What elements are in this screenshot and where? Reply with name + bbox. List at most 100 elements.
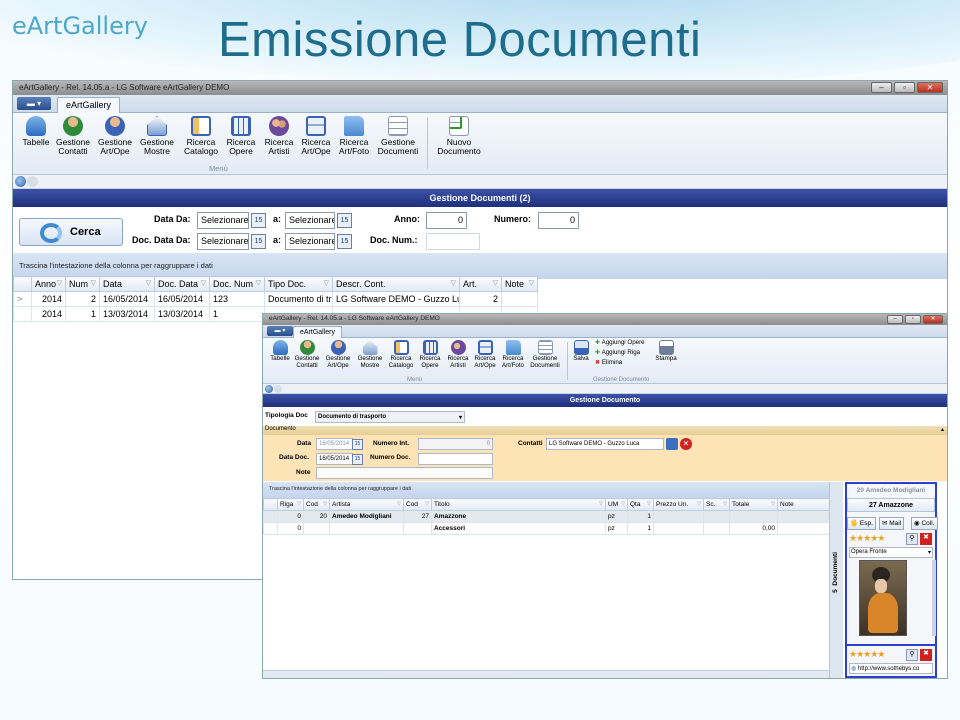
aggiungi-riga-button[interactable]: ✚ Aggiungi Riga [595, 349, 655, 357]
column-header[interactable]: Qta ▽ [627, 498, 654, 511]
coll-button[interactable]: ◉ Coll. [911, 517, 938, 530]
row-selector-icon[interactable]: > [13, 291, 32, 307]
delete-icon[interactable]: ✖ [920, 649, 932, 661]
ribbon-gestione-mostre-button[interactable]: Gestione Mostre [355, 340, 385, 369]
app-menu-button[interactable]: ▬ ▾ [17, 97, 51, 110]
mail-button[interactable]: ✉ Mail [879, 517, 905, 530]
column-header[interactable]: Art. ▽ [459, 276, 502, 292]
ribbon-ricerca-artope-button[interactable]: Ricerca Art/Ope [470, 340, 500, 369]
table-row[interactable]: 0 20 Amedeo Modigliani 27 Amazzone pz 1 [263, 510, 830, 523]
ribbon-gestione-contatti-button[interactable]: Gestione Contatti [53, 116, 93, 156]
ribbon-ricerca-artisti-button[interactable]: Ricerca Artisti [259, 116, 299, 156]
ribbon-gestione-contatti-button[interactable]: Gestione Contatti [292, 340, 322, 369]
ribbon-ricerca-opere-button[interactable]: Ricerca Opere [221, 116, 261, 156]
app-menu-button[interactable]: ▬ ▾ [267, 326, 293, 336]
doc-num-input[interactable] [426, 233, 480, 250]
forward-icon[interactable] [27, 176, 38, 187]
back-icon[interactable] [15, 176, 26, 187]
column-header[interactable]: Note [777, 498, 830, 511]
vertical-scrollbar[interactable] [932, 560, 936, 636]
column-header[interactable]: Note ▽ [501, 276, 538, 292]
calendar-icon[interactable]: 15 [251, 213, 266, 228]
tab-eartgallery[interactable]: eArtGallery [57, 97, 121, 113]
ribbon-gestione-documenti-button[interactable]: Gestione Documenti [527, 340, 563, 369]
data-a-input[interactable]: Selezionare [285, 212, 335, 229]
column-header[interactable]: Doc. Num ▽ [209, 276, 265, 292]
rating-stars[interactable]: ★★★★★ [849, 533, 885, 544]
ribbon-ricerca-artope-button[interactable]: Ricerca Art/Ope [297, 116, 335, 156]
data-da-input[interactable]: Selezionare [197, 212, 249, 229]
column-header[interactable]: Doc. Data ▽ [154, 276, 210, 292]
maximize-button[interactable]: ▫ [894, 82, 915, 93]
calendar-icon[interactable]: 15 [352, 454, 363, 465]
maximize-button[interactable]: ▫ [905, 315, 921, 324]
stampa-button[interactable]: Stampa [653, 340, 679, 363]
delete-icon[interactable]: ✖ [920, 533, 932, 545]
zoom-icon[interactable]: ⚲ [906, 533, 918, 545]
artwork-thumbnail[interactable] [859, 560, 907, 636]
numero-input[interactable]: 0 [538, 212, 579, 229]
documenti-side-tab[interactable]: 5 Documenti [829, 482, 843, 678]
column-header[interactable]: Num ▽ [65, 276, 100, 292]
elimina-button[interactable]: ✖ Elimina [595, 359, 655, 367]
group-by-panel[interactable]: Trascina l'intestazione della colonna pe… [263, 482, 829, 498]
contatti-input[interactable]: LG Software DEMO - Guzzo Luca [546, 438, 664, 450]
lookup-icon[interactable] [666, 438, 678, 450]
column-header[interactable]: Totale ▽ [729, 498, 778, 511]
ribbon-ricerca-artfoto-button[interactable]: Ricerca Art/Foto [498, 340, 528, 369]
ribbon-gestione-mostre-button[interactable]: Gestione Mostre [137, 116, 177, 156]
column-header[interactable]: Sc. ▽ [703, 498, 730, 511]
column-header[interactable]: Data ▽ [99, 276, 155, 292]
cerca-button[interactable]: Cerca [19, 218, 123, 246]
ribbon-tabelle-button[interactable]: Tabelle [265, 340, 295, 363]
column-header[interactable]: Cod ▽ [303, 498, 330, 511]
column-header[interactable]: Cod ▽ [403, 498, 432, 511]
column-header[interactable]: Tipo Doc. ▽ [264, 276, 333, 292]
back-icon[interactable] [265, 385, 273, 393]
anno-input[interactable]: 0 [426, 212, 467, 229]
rating-stars[interactable]: ★★★★★ [849, 649, 885, 660]
ribbon-gestione-artope-button[interactable]: Gestione Art/Ope [323, 340, 353, 369]
aggiungi-opere-button[interactable]: ✚ Aggiungi Opere [595, 339, 655, 347]
close-button[interactable]: ✕ [917, 82, 943, 93]
horizontal-scrollbar[interactable] [263, 670, 829, 678]
column-header[interactable]: Anno ▽ [31, 276, 66, 292]
minimize-button[interactable]: – [871, 82, 892, 93]
note-input[interactable] [316, 467, 493, 479]
data-input[interactable]: 16/05/2014 [316, 438, 353, 450]
column-header[interactable]: Artista ▽ [329, 498, 404, 511]
column-header[interactable]: Riga ▽ [277, 498, 304, 511]
url-field[interactable]: ◍ http://www.sothebys.co [849, 663, 933, 674]
numero-int-input[interactable]: 0 [418, 438, 493, 450]
nuovo-documento-button[interactable]: Nuovo Documento [433, 116, 485, 156]
ribbon-ricerca-artfoto-button[interactable]: Ricerca Art/Foto [335, 116, 373, 156]
doc-data-da-input[interactable]: Selezionare [197, 233, 249, 250]
numero-doc-input[interactable] [418, 453, 493, 465]
clear-icon[interactable]: ✕ [680, 438, 692, 450]
column-header[interactable]: Descr. Cont. ▽ [332, 276, 460, 292]
table-row[interactable]: > 2014 2 16/05/2014 16/05/2014 123 Docum… [13, 291, 538, 307]
esp-button[interactable]: 🖐 Esp. [847, 517, 876, 530]
table-row[interactable]: 0 Accessori pz 1 0,00 [263, 522, 830, 535]
calendar-icon[interactable]: 15 [251, 234, 266, 249]
ribbon-tabelle-button[interactable]: Tabelle [17, 116, 55, 147]
calendar-icon[interactable]: 15 [352, 439, 363, 450]
zoom-icon[interactable]: ⚲ [906, 649, 918, 661]
ribbon-gestione-documenti-button[interactable]: Gestione Documenti [375, 116, 421, 156]
column-header[interactable]: Titolo ▽ [431, 498, 606, 511]
minimize-button[interactable]: – [887, 315, 903, 324]
data-doc-input[interactable]: 16/05/2014 [316, 453, 353, 465]
tipologia-select[interactable]: Documento di trasporto ▾ [315, 411, 465, 423]
documento-section-bar[interactable]: Documento ▴ [263, 426, 947, 435]
close-button[interactable]: ✕ [923, 315, 943, 324]
tab-eartgallery[interactable]: eArtGallery [293, 326, 343, 338]
ribbon-ricerca-catalogo-button[interactable]: Ricerca Catalogo [386, 340, 416, 369]
calendar-icon[interactable]: 15 [337, 213, 352, 228]
ribbon-ricerca-catalogo-button[interactable]: Ricerca Catalogo [181, 116, 221, 156]
salva-button[interactable]: Salva [569, 340, 593, 363]
doc-data-a-input[interactable]: Selezionare [285, 233, 335, 250]
column-header[interactable]: Prezzo Un. ▽ [653, 498, 704, 511]
view-select[interactable]: Opera Fronte ▾ [849, 547, 933, 558]
ribbon-ricerca-artisti-button[interactable]: Ricerca Artisti [443, 340, 473, 369]
ribbon-ricerca-opere-button[interactable]: Ricerca Opere [415, 340, 445, 369]
